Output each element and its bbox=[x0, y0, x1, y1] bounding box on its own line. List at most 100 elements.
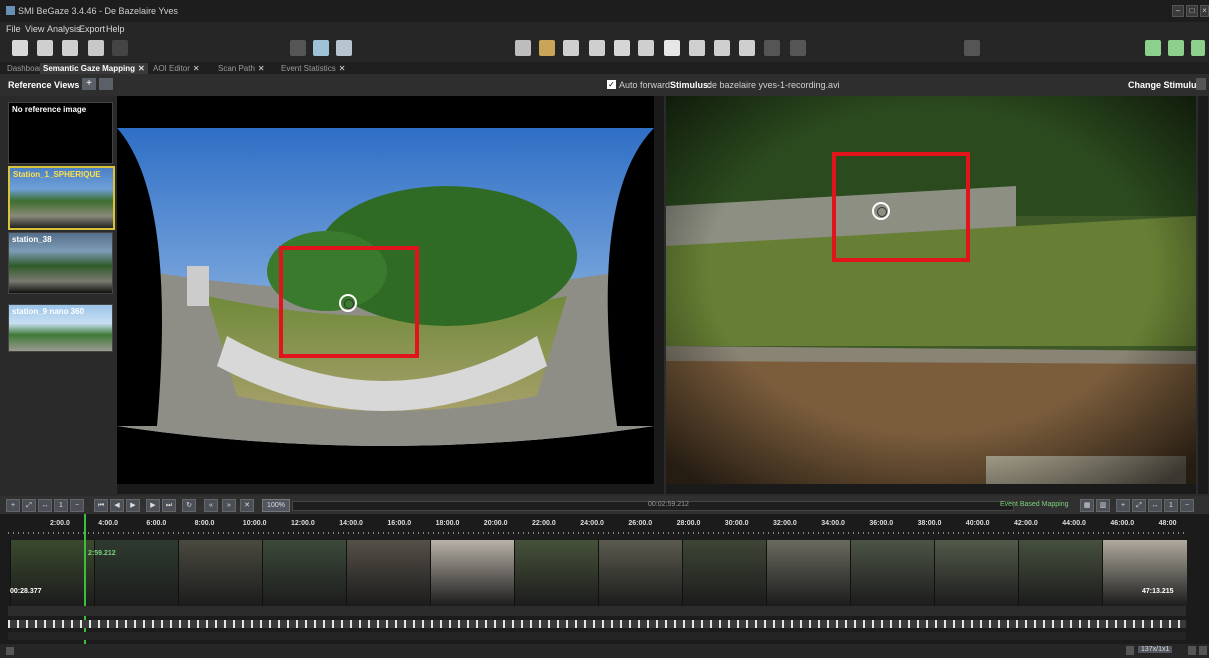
footer-fit2-icon[interactable] bbox=[1199, 646, 1207, 655]
chart-icon[interactable] bbox=[638, 40, 654, 56]
fit-icon[interactable]: ⤢ bbox=[22, 499, 36, 512]
scanpath-icon[interactable] bbox=[563, 40, 579, 56]
new-file-icon[interactable] bbox=[12, 40, 28, 56]
close-tab-icon[interactable]: ✕ bbox=[138, 64, 145, 73]
reference-thumb-none[interactable]: No reference image bbox=[8, 102, 113, 164]
list-icon[interactable] bbox=[689, 40, 705, 56]
magnifier-icon[interactable] bbox=[614, 40, 630, 56]
footer-menu-icon[interactable] bbox=[6, 647, 14, 655]
forward-icon[interactable]: » bbox=[222, 499, 236, 512]
zoom-out-icon[interactable]: − bbox=[70, 499, 84, 512]
fit-width-icon[interactable]: ↔ bbox=[38, 499, 52, 512]
status-bar: 137x/1x1 bbox=[0, 644, 1209, 658]
mapping-mode-icon[interactable]: ▦ bbox=[1080, 499, 1094, 512]
book-icon[interactable] bbox=[336, 40, 352, 56]
reference-thumb-label: station_38 bbox=[12, 235, 52, 244]
sequence-icon[interactable] bbox=[739, 40, 755, 56]
video-thumbnail-frame bbox=[934, 540, 1019, 606]
grid-icon[interactable] bbox=[515, 40, 531, 56]
reference-thumb-station1[interactable]: Station_1_SPHERIQUE bbox=[8, 166, 115, 230]
zoom-out-right-icon[interactable]: − bbox=[1180, 499, 1194, 512]
image-import-icon[interactable] bbox=[290, 40, 306, 56]
split-view-icon[interactable]: ▥ bbox=[1096, 499, 1110, 512]
reference-thumb-station38[interactable]: station_38 bbox=[8, 232, 113, 294]
tab-scan-path[interactable]: Scan Path ✕ bbox=[215, 63, 268, 74]
close-tab-icon[interactable]: ✕ bbox=[339, 64, 346, 73]
footer-fit-icon[interactable] bbox=[1188, 646, 1196, 655]
close-tab-icon[interactable]: ✕ bbox=[258, 64, 265, 73]
auto-forward-checkbox[interactable]: ✓ bbox=[607, 80, 616, 89]
skip-start-icon[interactable]: ⏮ bbox=[94, 499, 108, 512]
reference-thumb-station9[interactable]: station_9 nano 360 bbox=[8, 304, 113, 352]
reference-options-button[interactable] bbox=[99, 78, 113, 90]
maximize-button[interactable]: □ bbox=[1186, 5, 1198, 17]
left-view-scrollbar[interactable] bbox=[654, 96, 664, 494]
stimulus-video-view[interactable] bbox=[666, 96, 1196, 484]
aoi-icon[interactable] bbox=[664, 40, 680, 56]
actual-size-icon[interactable]: 1 bbox=[54, 499, 68, 512]
event-track-1 bbox=[8, 606, 1186, 616]
menu-file[interactable]: File bbox=[6, 24, 21, 34]
minimize-button[interactable]: – bbox=[1172, 5, 1184, 17]
close-tab-icon[interactable]: ✕ bbox=[193, 64, 200, 73]
photo-icon[interactable] bbox=[313, 40, 329, 56]
menu-help[interactable]: Help bbox=[106, 24, 125, 34]
save-icon[interactable] bbox=[62, 40, 78, 56]
tab-semantic-gaze-mapping[interactable]: Semantic Gaze Mapping ✕ bbox=[40, 63, 148, 74]
zoom-level-select[interactable]: 137x/1x1 bbox=[1138, 646, 1173, 653]
timeline-tick-label: 38:00.0 bbox=[917, 520, 942, 527]
menu-export[interactable]: Export bbox=[79, 24, 105, 34]
rewind-icon[interactable]: « bbox=[204, 499, 218, 512]
add-reference-button[interactable]: + bbox=[82, 78, 96, 90]
user-search-icon[interactable] bbox=[964, 40, 980, 56]
fit-right-icon[interactable]: ⤢ bbox=[1132, 499, 1146, 512]
loop-icon[interactable]: ↻ bbox=[182, 499, 196, 512]
gaze-point-marker[interactable] bbox=[339, 294, 357, 312]
speed-select[interactable]: 100% bbox=[262, 499, 290, 512]
timeline[interactable]: 2:00.0 4:00.0 6:00.0 8:00.0 10:00.0 12:00.0 14… bbox=[0, 514, 1209, 644]
menu-analysis[interactable]: Analysis bbox=[47, 24, 81, 34]
right-view-hscrollbar[interactable] bbox=[666, 484, 1196, 494]
right-view-scrollbar[interactable] bbox=[1198, 96, 1208, 494]
actual-size-right-icon[interactable]: 1 bbox=[1164, 499, 1178, 512]
change-stimulus-button[interactable] bbox=[1196, 78, 1206, 90]
reference-image-view[interactable] bbox=[117, 96, 654, 484]
timeline-tick-label: 20:00.0 bbox=[483, 520, 508, 527]
view-header: Reference Views + ✓ Auto forward Stimulu… bbox=[0, 74, 1209, 96]
close-video-icon[interactable]: ✕ bbox=[240, 499, 254, 512]
statistics-icon[interactable] bbox=[714, 40, 730, 56]
reference-thumb-label: station_9 nano 360 bbox=[12, 307, 85, 316]
tab-aoi-editor[interactable]: AOI Editor ✕ bbox=[150, 63, 203, 74]
print-icon[interactable] bbox=[88, 40, 104, 56]
timeline-tick-label: 10:00.0 bbox=[242, 520, 267, 527]
step-back-icon[interactable]: ◀ bbox=[110, 499, 124, 512]
timeline-tick-label: 4:00.0 bbox=[98, 520, 119, 527]
open-file-icon[interactable] bbox=[37, 40, 53, 56]
timeline-tick-label: 48:00 bbox=[1158, 520, 1177, 527]
timeline-tick-label: 34:00.0 bbox=[821, 520, 845, 527]
heatmap-icon[interactable] bbox=[539, 40, 555, 56]
left-view-hscrollbar[interactable] bbox=[117, 484, 654, 494]
toolbar bbox=[0, 36, 1209, 62]
export-green-icon[interactable] bbox=[1168, 40, 1184, 56]
step-forward-icon[interactable]: ▶ bbox=[146, 499, 160, 512]
play-icon[interactable]: ▶ bbox=[126, 499, 140, 512]
zoom-in-right-icon[interactable]: + bbox=[1116, 499, 1130, 512]
video-thumbnail-frame bbox=[346, 540, 431, 606]
import-green-icon[interactable] bbox=[1145, 40, 1161, 56]
footer-left-icon[interactable] bbox=[1126, 646, 1134, 655]
gaze-point-marker[interactable] bbox=[872, 202, 890, 220]
menu-view[interactable]: View bbox=[25, 24, 44, 34]
skip-end-icon[interactable]: ⏭ bbox=[162, 499, 176, 512]
stimulus-name: de bazelaire yves-1-recording.avi bbox=[707, 80, 840, 90]
fit-width-right-icon[interactable]: ↔ bbox=[1148, 499, 1162, 512]
export-icon[interactable] bbox=[112, 40, 128, 56]
timeline-tick-label: 16:00.0 bbox=[387, 520, 412, 527]
auto-forward-label: Auto forward bbox=[619, 80, 671, 90]
timeline-tick-label: 22:00.0 bbox=[532, 520, 556, 527]
close-button[interactable]: × bbox=[1200, 5, 1209, 17]
zoom-icon[interactable] bbox=[589, 40, 605, 56]
tab-event-statistics[interactable]: Event Statistics ✕ bbox=[278, 63, 348, 74]
run-green-icon[interactable] bbox=[1191, 40, 1205, 56]
zoom-in-icon[interactable]: + bbox=[6, 499, 20, 512]
